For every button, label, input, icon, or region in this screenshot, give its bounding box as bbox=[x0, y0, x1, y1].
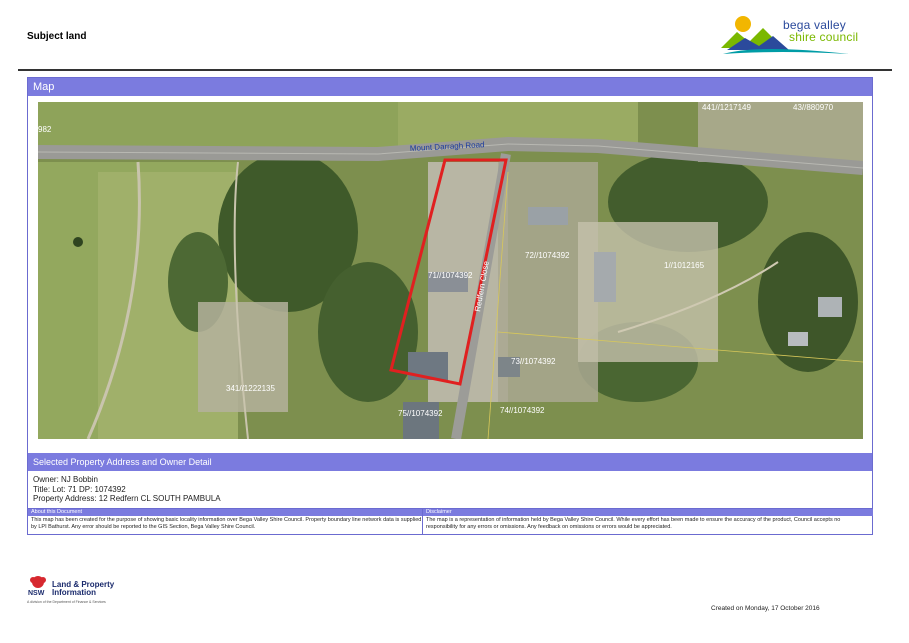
lot-label-1: 1//1012165 bbox=[664, 261, 705, 270]
lot-label-75: 75//1074392 bbox=[398, 409, 443, 418]
bega-valley-logo: bega valley shire council bbox=[719, 10, 879, 60]
lpi-subtitle: A division of the Department of Finance … bbox=[27, 600, 106, 604]
lpi-logo: NSW Land & Property Information A divisi… bbox=[27, 574, 137, 608]
address-detail: Property Address: 12 Redfern CL SOUTH PA… bbox=[33, 494, 221, 503]
about-heading: About this Document bbox=[28, 509, 422, 516]
report-frame: Map Mount Darragh Road Redfern Close 982… bbox=[27, 77, 873, 535]
lot-label-441: 441//1217149 bbox=[702, 103, 751, 112]
aerial-map[interactable]: Mount Darragh Road Redfern Close 982 441… bbox=[38, 102, 863, 439]
about-text: This map has been created for the purpos… bbox=[31, 517, 422, 530]
lot-label-982: 982 bbox=[38, 125, 52, 134]
nsw-wordmark: NSW bbox=[28, 590, 45, 597]
property-details: Owner: NJ Bobbin Title: Lot: 71 DP: 1074… bbox=[33, 475, 221, 504]
notes-divider bbox=[422, 509, 423, 535]
aerial-map-canvas[interactable]: Mount Darragh Road Redfern Close 982 441… bbox=[38, 102, 863, 439]
lot-label-73: 73//1074392 bbox=[511, 357, 556, 366]
lot-label-341: 341//1222135 bbox=[226, 384, 275, 393]
lpi-line-2: Information bbox=[52, 588, 96, 597]
created-date: Created on Monday, 17 October 2016 bbox=[711, 605, 820, 612]
lot-label-43: 43//880970 bbox=[793, 103, 834, 112]
detail-section-heading: Selected Property Address and Owner Deta… bbox=[28, 453, 872, 471]
map-section-heading: Map bbox=[28, 78, 872, 96]
owner-detail: Owner: NJ Bobbin bbox=[33, 475, 98, 484]
waratah-icon bbox=[30, 576, 46, 588]
lot-label-71: 71//1074392 bbox=[428, 271, 473, 280]
page-title: Subject land bbox=[27, 31, 87, 42]
header-divider bbox=[18, 69, 892, 71]
notes-section: About this Document Disclaimer This map … bbox=[28, 508, 873, 535]
disclaimer-heading: Disclaimer bbox=[423, 509, 873, 516]
logo-line-2: shire council bbox=[789, 30, 859, 44]
title-detail: Title: Lot: 71 DP: 1074392 bbox=[33, 484, 126, 494]
lot-label-72: 72//1074392 bbox=[525, 251, 570, 260]
lot-label-74: 74//1074392 bbox=[500, 406, 545, 415]
disclaimer-text: The map is a representation of informati… bbox=[426, 517, 841, 530]
